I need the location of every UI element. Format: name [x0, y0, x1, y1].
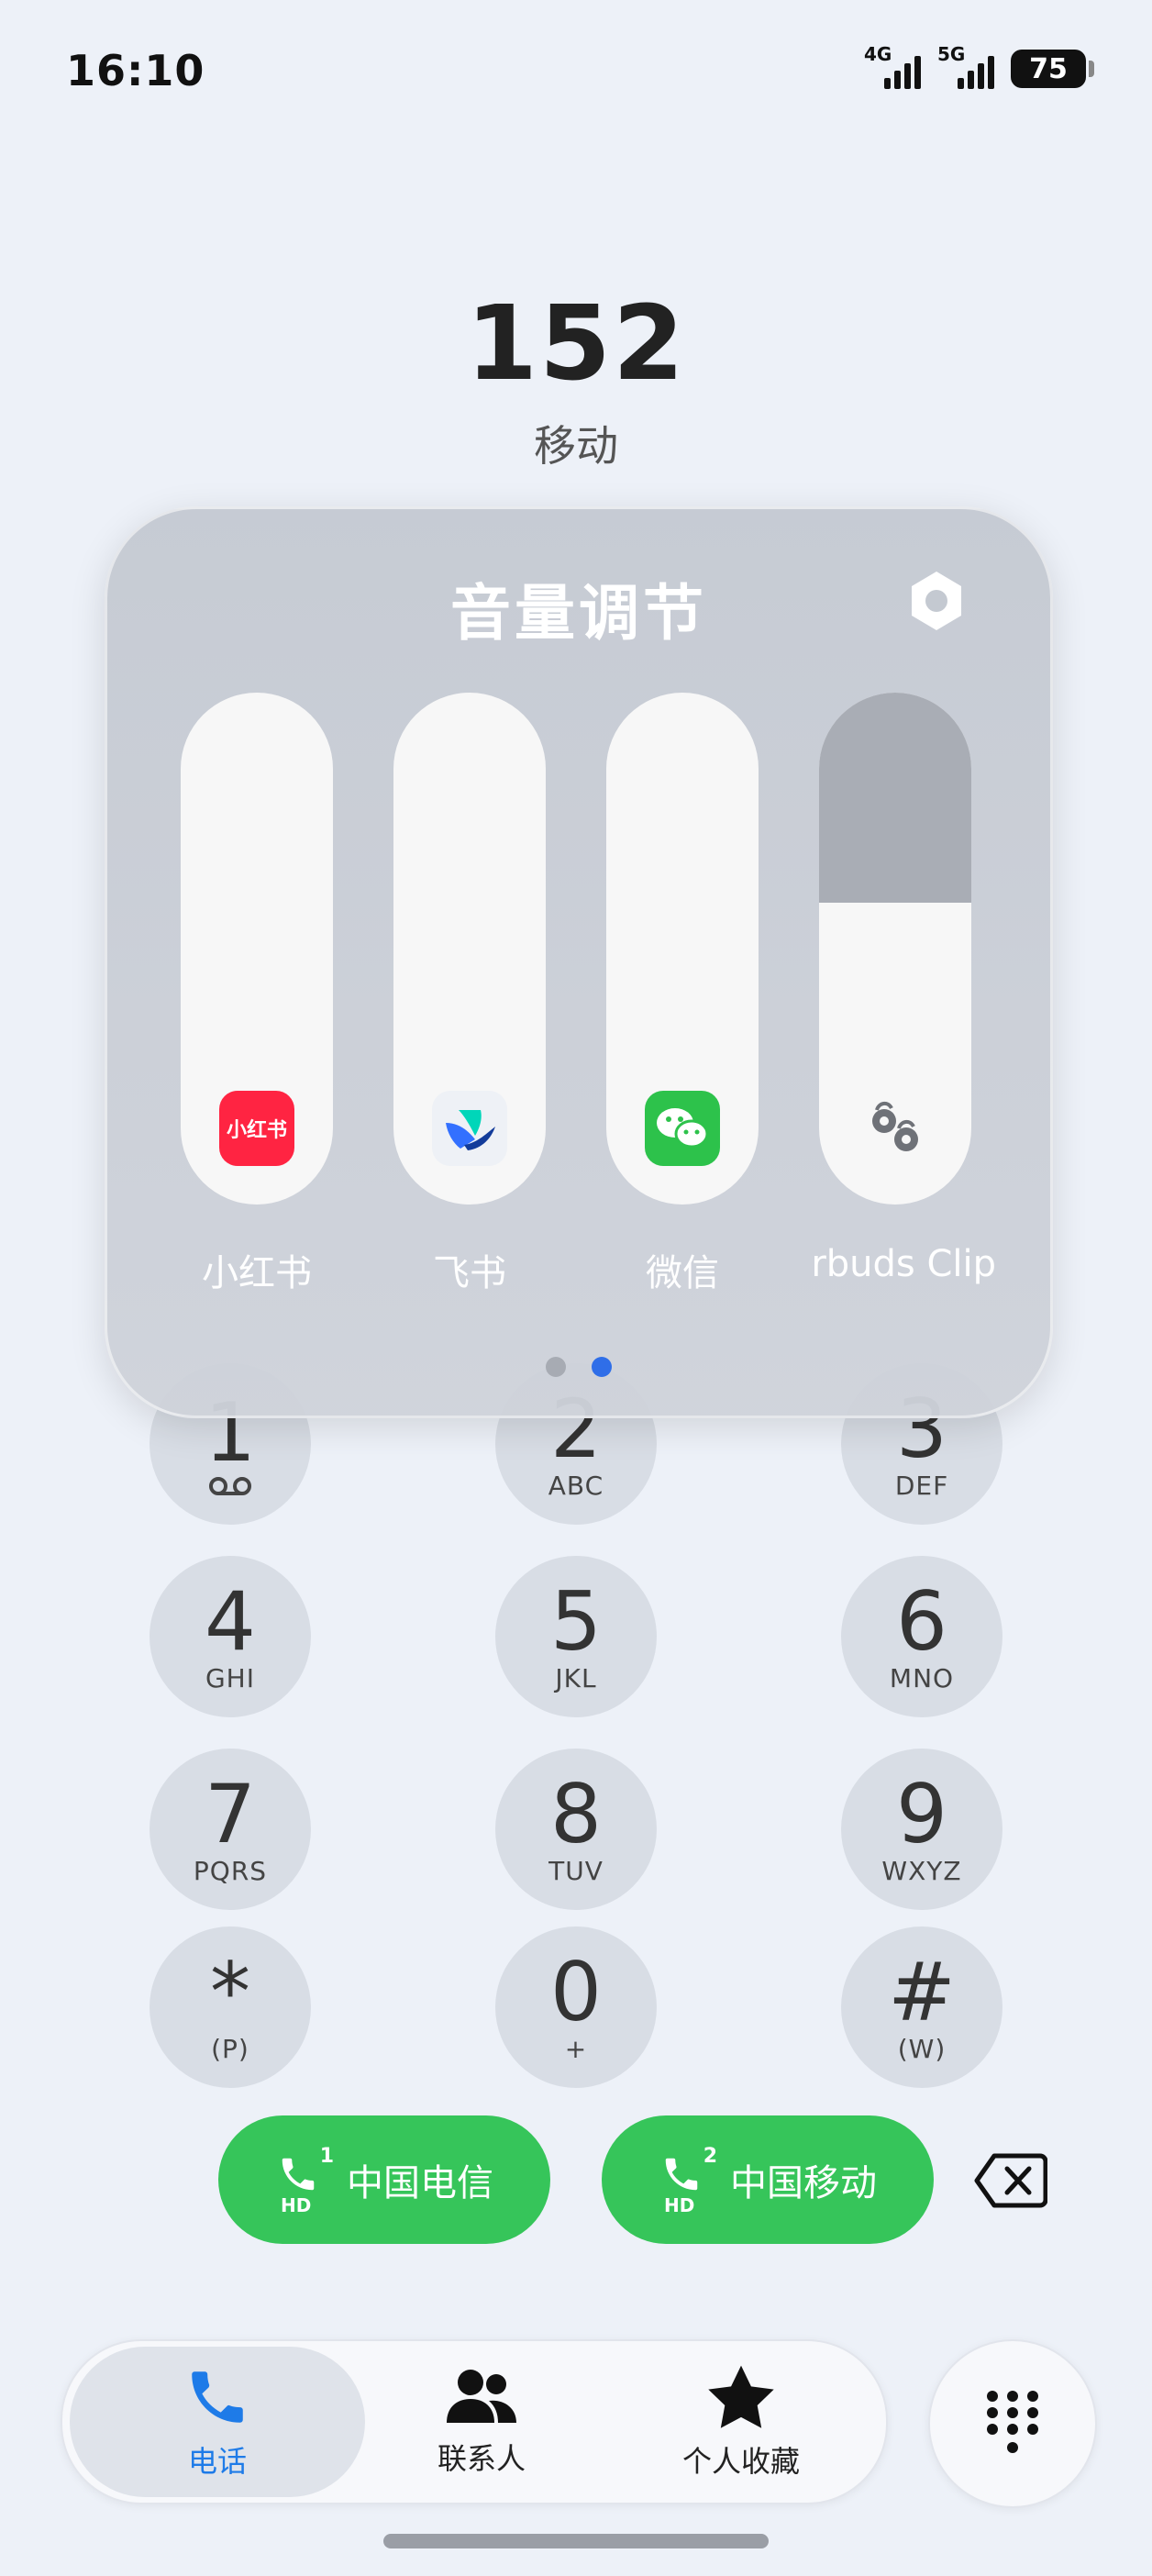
key-7[interactable]: 7 PQRS	[150, 1749, 311, 1910]
key-4[interactable]: 4 GHI	[150, 1556, 311, 1717]
key-digit: 9	[896, 1767, 947, 1861]
key-digit: 6	[896, 1574, 947, 1669]
dialpad-toggle-button[interactable]	[928, 2339, 1097, 2508]
sim-number: 2	[703, 2145, 717, 2168]
tab-contacts[interactable]: 联系人	[376, 2347, 587, 2497]
bottom-navigation: 电话 联系人 个人收藏	[61, 2339, 888, 2504]
call-carrier-label: 中国移动	[730, 2162, 877, 2204]
key-digit: 8	[550, 1767, 602, 1861]
key-letters: GHI	[205, 1663, 255, 1693]
key-9[interactable]: 9 WXYZ	[841, 1749, 1002, 1910]
hd-badge: HD	[664, 2194, 695, 2216]
key-0[interactable]: 0 +	[495, 1926, 657, 2088]
slider-label-earbuds: rbuds Clip	[811, 1243, 996, 1285]
key-8[interactable]: 8 TUV	[495, 1749, 657, 1910]
hd-phone-icon: 1 HD	[275, 2143, 334, 2216]
key-letters: MNO	[889, 1663, 955, 1693]
phone-icon	[192, 2371, 243, 2423]
key-letters: (P)	[211, 2034, 249, 2064]
slider-label-wechat: 微信	[646, 1252, 719, 1294]
slider-empty-track	[819, 693, 971, 903]
tab-contacts-label: 联系人	[437, 2441, 526, 2476]
volume-slider-wechat[interactable]	[606, 693, 759, 1205]
volume-slider-earbuds[interactable]	[819, 693, 971, 1205]
key-letters: PQRS	[193, 1856, 268, 1886]
home-indicator[interactable]	[383, 2534, 769, 2548]
dialpad-icon	[987, 2391, 1038, 2453]
key-letters: JKL	[555, 1663, 597, 1693]
call-carrier-label: 中国电信	[347, 2162, 493, 2204]
feishu-icon	[432, 1091, 507, 1166]
key-hash[interactable]: # (W)	[841, 1926, 1002, 2088]
key-letters: (W)	[897, 2034, 947, 2064]
backspace-icon[interactable]	[974, 2152, 1047, 2209]
voicemail-icon	[209, 1477, 251, 1495]
volume-slider-xiaohongshu[interactable]: 小红书	[181, 693, 333, 1205]
hd-phone-icon: 2 HD	[659, 2143, 717, 2216]
key-letters: ABC	[548, 1471, 604, 1501]
tab-favorites[interactable]: 个人收藏	[622, 2347, 860, 2497]
key-5[interactable]: 5 JKL	[495, 1556, 657, 1717]
tab-phone[interactable]: 电话	[70, 2347, 365, 2497]
call-sim2-button[interactable]: 2 HD 中国移动	[602, 2115, 934, 2244]
key-letters: TUV	[548, 1856, 604, 1886]
key-star[interactable]: * (P)	[150, 1926, 311, 2088]
key-digit: 0	[550, 1945, 602, 2039]
tab-favorites-label: 个人收藏	[681, 2444, 800, 2479]
xiaohongshu-icon: 小红书	[219, 1091, 294, 1166]
xiaohongshu-icon-text: 小红书	[226, 1119, 287, 1142]
volume-panel: 音量调节 小红书 小红书 飞书 微信 rbuds Clip	[105, 506, 1053, 1418]
slider-label-feishu: 飞书	[433, 1252, 506, 1294]
star-icon	[708, 2365, 774, 2428]
key-digit: 7	[205, 1767, 256, 1861]
panel-page-indicator	[107, 1357, 1050, 1377]
call-sim1-button[interactable]: 1 HD 中国电信	[218, 2115, 550, 2244]
hd-badge: HD	[281, 2194, 312, 2216]
key-digit: 4	[205, 1574, 256, 1669]
tab-phone-label: 电话	[187, 2444, 247, 2479]
volume-slider-feishu[interactable]	[393, 693, 546, 1205]
slider-label-xiaohongshu: 小红书	[202, 1252, 312, 1294]
key-digit: *	[210, 1945, 250, 2039]
key-digit: 5	[550, 1574, 602, 1669]
key-letters: WXYZ	[881, 1856, 962, 1886]
key-letters: +	[564, 2034, 588, 2064]
page-dot[interactable]	[546, 1357, 566, 1377]
page-dot-active[interactable]	[592, 1357, 612, 1377]
gear-icon[interactable]	[905, 570, 968, 632]
key-6[interactable]: 6 MNO	[841, 1556, 1002, 1717]
earbuds-icon	[858, 1091, 933, 1166]
contacts-icon	[447, 2370, 516, 2423]
key-digit: #	[888, 1945, 956, 2039]
wechat-icon	[645, 1091, 720, 1166]
key-letters: DEF	[894, 1471, 949, 1501]
sim-number: 1	[319, 2145, 334, 2168]
